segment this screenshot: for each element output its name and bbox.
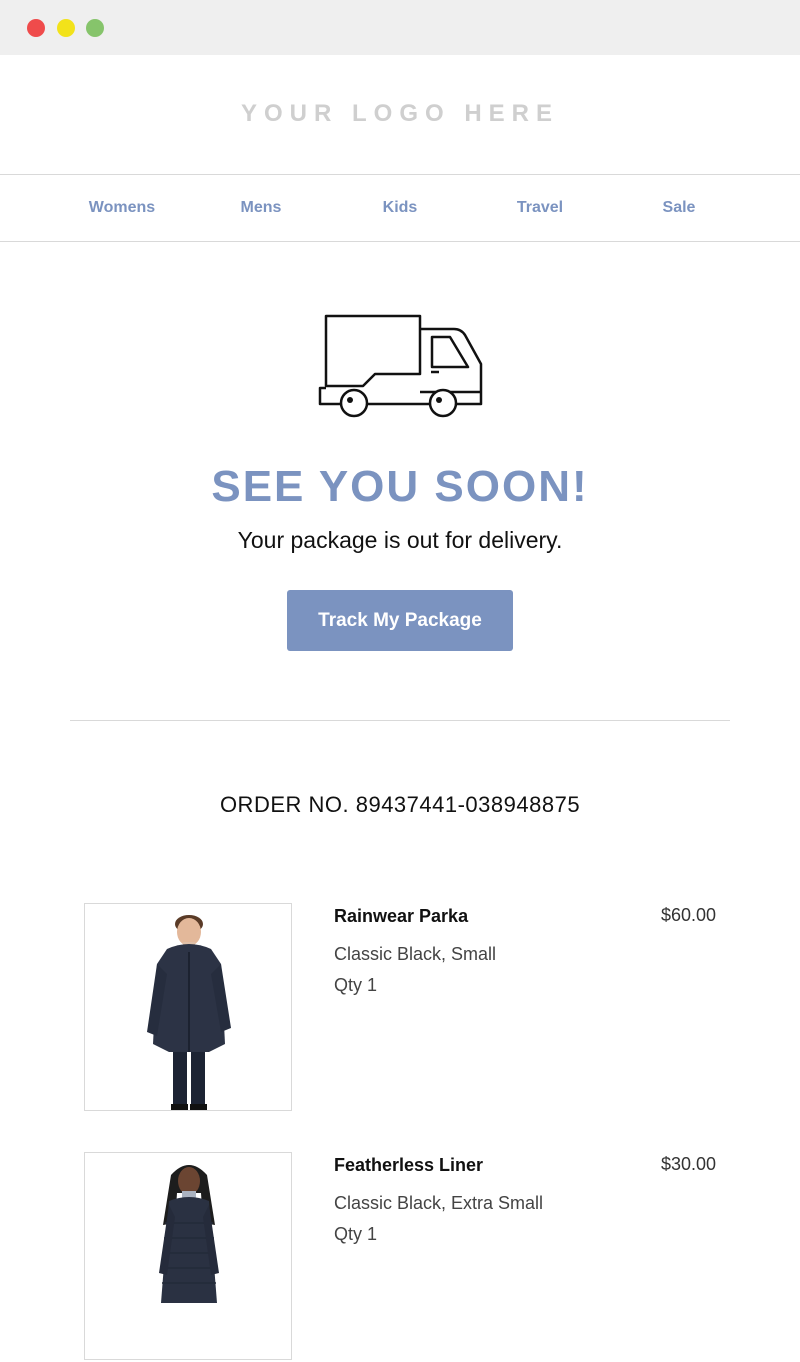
item-quantity: Qty 1: [334, 1224, 378, 1244]
nav-item-travel[interactable]: Travel: [470, 199, 610, 217]
hero-subtitle: Your package is out for delivery.: [237, 527, 563, 553]
track-package-button[interactable]: Track My Package: [287, 590, 513, 651]
minimize-window-button[interactable]: [57, 19, 75, 37]
hero-headline: SEE YOU SOON!: [211, 462, 589, 511]
product-image-rainwear-parka[interactable]: [84, 903, 292, 1111]
order-item: Rainwear Parka Classic Black, Small Qty …: [0, 903, 800, 1113]
item-quantity: Qty 1: [334, 975, 378, 995]
item-name[interactable]: Rainwear Parka: [334, 906, 468, 927]
product-image-featherless-liner[interactable]: [84, 1152, 292, 1360]
logo-placeholder: YOUR LOGO HERE: [240, 100, 560, 127]
nav-item-kids[interactable]: Kids: [330, 199, 470, 217]
delivery-truck-icon: [318, 314, 483, 418]
maximize-window-button[interactable]: [86, 19, 104, 37]
order-number: ORDER NO. 89437441-038948875: [219, 792, 581, 817]
window-titlebar: [0, 0, 800, 55]
item-name[interactable]: Featherless Liner: [334, 1155, 483, 1176]
top-navigation: Womens Mens Kids Travel Sale: [0, 174, 800, 242]
item-variant: Classic Black, Extra Small: [334, 1193, 544, 1213]
order-item: Featherless Liner Classic Black, Extra S…: [0, 1152, 800, 1362]
item-price: $30.00: [660, 1154, 716, 1174]
item-price: $60.00: [660, 905, 716, 925]
close-window-button[interactable]: [27, 19, 45, 37]
section-divider: [70, 720, 730, 721]
nav-item-womens[interactable]: Womens: [52, 199, 192, 217]
nav-item-sale[interactable]: Sale: [609, 199, 749, 217]
item-variant: Classic Black, Small: [334, 944, 497, 964]
nav-item-mens[interactable]: Mens: [191, 199, 331, 217]
